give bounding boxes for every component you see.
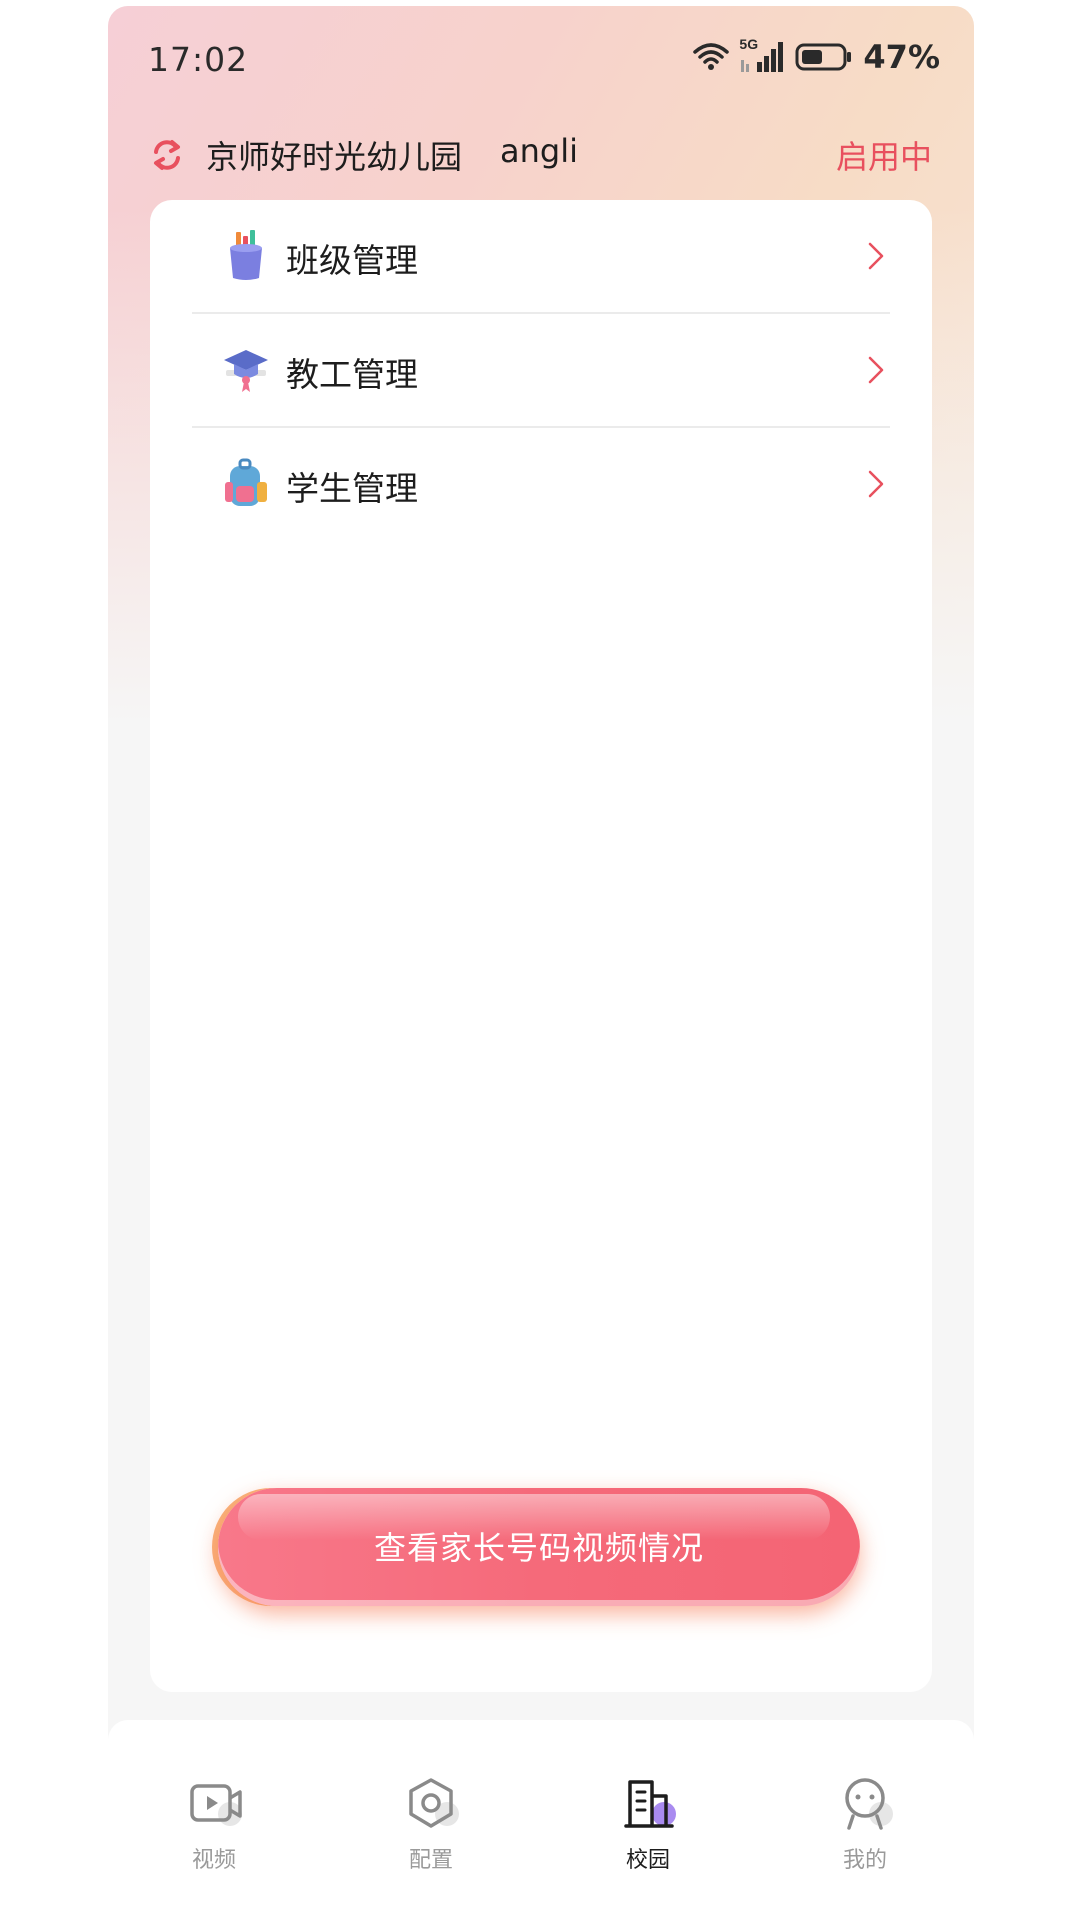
phone-screen: 17:02 5G 47% 京师好时光幼儿园 angli 启用中 班级管理 教工管… <box>108 6 974 1920</box>
chevron-right-icon <box>868 356 884 384</box>
chevron-right-icon <box>868 242 884 270</box>
cellular-signal: 5G <box>739 36 785 74</box>
graduation-cap-icon <box>224 350 268 392</box>
switch-school-icon[interactable] <box>148 136 186 174</box>
hexagon-settings-icon <box>409 1778 459 1828</box>
nav-tab-video[interactable]: 视频 <box>144 1776 284 1886</box>
wifi-icon <box>693 43 730 70</box>
menu-item-class-management[interactable]: 班级管理 <box>192 200 890 312</box>
menu-item-label: 教工管理 <box>286 355 418 394</box>
bottom-navigation: 视频 配置 校园 我的 <box>108 1720 974 1920</box>
account-status: 启用中 <box>835 138 932 176</box>
nav-tab-config[interactable]: 配置 <box>361 1776 501 1886</box>
pencil-cup-icon <box>230 230 262 280</box>
view-parent-number-video-button[interactable]: 查看家长号码视频情况 <box>218 1488 860 1606</box>
signal-bars-icon <box>741 42 784 72</box>
status-bar: 17:02 5G 47% <box>108 6 974 116</box>
menu-item-label: 学生管理 <box>286 469 418 508</box>
menu-item-student-management[interactable]: 学生管理 <box>192 428 890 540</box>
school-name: 京师好时光幼儿园 <box>206 138 463 176</box>
nav-tab-campus[interactable]: 校园 <box>578 1776 718 1886</box>
profile-icon <box>845 1778 893 1830</box>
management-card: 班级管理 教工管理 学生管理 查看家长号码视频情况 <box>150 200 932 1692</box>
button-label: 查看家长号码视频情况 <box>373 1530 704 1566</box>
chevron-right-icon <box>868 470 884 498</box>
menu-item-label: 班级管理 <box>286 241 418 280</box>
nav-label: 校园 <box>625 1848 670 1873</box>
battery-icon <box>795 43 852 71</box>
nav-label: 配置 <box>408 1848 453 1873</box>
nav-label: 我的 <box>842 1848 887 1873</box>
battery-percentage: 47% <box>863 38 940 76</box>
video-icon <box>190 1784 242 1826</box>
status-time: 17:02 <box>148 40 249 79</box>
nav-label: 视频 <box>191 1848 236 1873</box>
menu-item-staff-management[interactable]: 教工管理 <box>192 314 890 426</box>
backpack-icon <box>225 458 267 506</box>
user-name: angli <box>500 132 578 170</box>
nav-tab-profile[interactable]: 我的 <box>795 1776 935 1886</box>
school-header: 京师好时光幼儿园 angli 启用中 <box>108 126 974 186</box>
status-indicators: 5G 47% <box>693 36 940 76</box>
campus-building-icon <box>624 1780 676 1828</box>
